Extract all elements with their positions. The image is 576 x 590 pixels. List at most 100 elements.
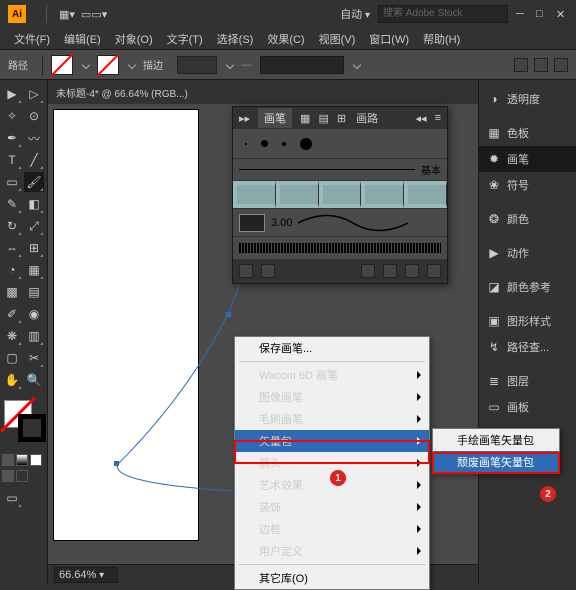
menu-save-brushes[interactable]: 保存画笔...	[235, 337, 429, 359]
perspective-tool[interactable]: ▦	[24, 260, 44, 280]
scale-tool[interactable]: ⤢	[24, 216, 44, 236]
library-icon[interactable]	[239, 264, 253, 278]
transform-icon[interactable]	[534, 58, 548, 72]
menu-image-brushes[interactable]: 图像画笔	[235, 386, 429, 408]
brush-options-icon[interactable]	[383, 264, 397, 278]
maximize-icon[interactable]: □	[536, 8, 548, 20]
menu-edit[interactable]: 编辑(E)	[58, 29, 107, 49]
workspace-dropdown[interactable]: 自动 ▾	[340, 6, 370, 22]
bridge-icon[interactable]: ▦▾	[59, 8, 75, 21]
color-mode-gradient[interactable]	[16, 454, 28, 466]
free-transform-tool[interactable]: ⊞	[24, 238, 44, 258]
artboard-tool[interactable]: ▢	[2, 348, 22, 368]
panel-actions[interactable]: ▶动作	[479, 240, 576, 266]
search-input[interactable]: 搜索 Adobe Stock	[378, 5, 508, 23]
menu-window[interactable]: 窗口(W)	[363, 29, 415, 49]
pattern-brush-row[interactable]	[233, 181, 447, 209]
panel-icon[interactable]: ▤	[318, 112, 328, 125]
slice-tool[interactable]: ✂	[24, 348, 44, 368]
mesh-tool[interactable]: ▩	[2, 282, 22, 302]
zoom-dropdown[interactable]: 66.64% ▾	[54, 567, 118, 583]
column-graph-tool[interactable]: ▥	[24, 326, 44, 346]
menu-effect[interactable]: 效果(C)	[261, 29, 310, 49]
art-brush-row[interactable]: 3.00	[233, 209, 447, 237]
curvature-tool[interactable]: 〰	[24, 128, 44, 148]
shaper-tool[interactable]: ✎	[2, 194, 22, 214]
document-tab[interactable]: 未标题-4* @ 66.64% (RGB...)	[48, 80, 478, 104]
stroke-weight-input[interactable]	[177, 56, 217, 74]
menu-user-defined[interactable]: 用户定义	[235, 540, 429, 562]
color-mode-none[interactable]	[30, 454, 42, 466]
hand-tool[interactable]: ✋	[2, 370, 22, 390]
gradient-tool[interactable]: ▤	[24, 282, 44, 302]
rectangle-tool[interactable]: ▭	[2, 172, 22, 192]
panel-swatches[interactable]: ▦色板	[479, 120, 576, 146]
line-tool[interactable]: ╱	[24, 150, 44, 170]
width-tool[interactable]: ⇔	[2, 238, 22, 258]
panel-icon[interactable]: ⊞	[337, 112, 346, 125]
panel-brushes[interactable]: ✹画笔	[479, 146, 576, 172]
screen-mode-button[interactable]: ▭	[2, 488, 22, 508]
panel-tab2[interactable]: 画路	[356, 110, 378, 126]
pen-tool[interactable]: ✒	[2, 128, 22, 148]
eyedropper-tool[interactable]: ✐	[2, 304, 22, 324]
basic-brush-row[interactable]: 基本	[233, 159, 447, 181]
profile-dropdown[interactable]	[260, 56, 344, 74]
symbol-sprayer-tool[interactable]: ❋	[2, 326, 22, 346]
layout-icon[interactable]: ▭▭▾	[81, 8, 107, 21]
menu-bristle-brushes[interactable]: 毛刷画笔	[235, 408, 429, 430]
panel-layers[interactable]: ≣图层	[479, 368, 576, 394]
calligraphic-brushes-row[interactable]	[233, 129, 447, 159]
stroke-swatch[interactable]	[97, 55, 119, 75]
remove-stroke-icon[interactable]	[361, 264, 375, 278]
panel-graphic-styles[interactable]: ▣图形样式	[479, 308, 576, 334]
menu-object[interactable]: 对象(O)	[109, 29, 159, 49]
eraser-tool[interactable]: ◧	[24, 194, 44, 214]
panel-icon[interactable]: ▦	[300, 112, 310, 125]
fill-swatch[interactable]	[51, 55, 73, 75]
magic-wand-tool[interactable]: ✧	[2, 106, 22, 126]
menu-select[interactable]: 选择(S)	[211, 29, 260, 49]
menu-other-library[interactable]: 其它库(O)	[235, 567, 429, 589]
direct-selection-tool[interactable]: ▷	[24, 84, 44, 104]
fill-stroke-control[interactable]	[2, 400, 45, 448]
submenu-grunge[interactable]: 颓废画笔矢量包	[433, 451, 559, 473]
panel-expand-icon[interactable]: ▸▸	[239, 112, 250, 125]
align-icon[interactable]	[514, 58, 528, 72]
minimize-icon[interactable]: ─	[516, 8, 528, 20]
menu-arrows[interactable]: 箭头	[235, 452, 429, 474]
selection-tool[interactable]: ▶	[2, 84, 22, 104]
bristle-brush-row[interactable]	[233, 237, 447, 259]
panel-transparency[interactable]: ◑透明度	[479, 86, 576, 112]
panel-collapse-icon[interactable]: ◂◂	[416, 112, 427, 125]
draw-mode-icon[interactable]	[16, 470, 28, 482]
delete-brush-icon[interactable]	[427, 264, 441, 278]
menu-help[interactable]: 帮助(H)	[417, 29, 466, 49]
panel-menu-icon[interactable]: ≡	[435, 112, 441, 124]
blend-tool[interactable]: ◉	[24, 304, 44, 324]
brushes-tab[interactable]: 画笔	[258, 108, 292, 128]
close-icon[interactable]: ✕	[556, 8, 568, 20]
panel-color-guide[interactable]: ◪颜色参考	[479, 274, 576, 300]
submenu-handdrawn[interactable]: 手绘画笔矢量包	[433, 429, 559, 451]
color-mode-normal[interactable]	[2, 454, 14, 466]
panel-color[interactable]: ❂颜色	[479, 206, 576, 232]
panel-artboards[interactable]: ▭画板	[479, 394, 576, 420]
shape-builder-tool[interactable]: ◔	[2, 260, 22, 280]
rotate-tool[interactable]: ↻	[2, 216, 22, 236]
zoom-tool[interactable]: 🔍	[24, 370, 44, 390]
panel-symbols[interactable]: ❀符号	[479, 172, 576, 198]
new-brush-icon[interactable]	[405, 264, 419, 278]
menu-wacom-6d[interactable]: Wacom 6D 画笔	[235, 364, 429, 386]
menu-view[interactable]: 视图(V)	[313, 29, 362, 49]
lasso-tool[interactable]: ⊙	[24, 106, 44, 126]
menu-file[interactable]: 文件(F)	[8, 29, 56, 49]
library-menu-icon[interactable]	[261, 264, 275, 278]
screen-mode-icon[interactable]	[2, 470, 14, 482]
menu-icon[interactable]	[554, 58, 568, 72]
menu-vector-packs[interactable]: 矢量包	[235, 430, 429, 452]
menu-borders[interactable]: 边框	[235, 518, 429, 540]
type-tool[interactable]: T	[2, 150, 22, 170]
panel-pathfinder[interactable]: ↯路径查...	[479, 334, 576, 360]
menu-type[interactable]: 文字(T)	[161, 29, 209, 49]
